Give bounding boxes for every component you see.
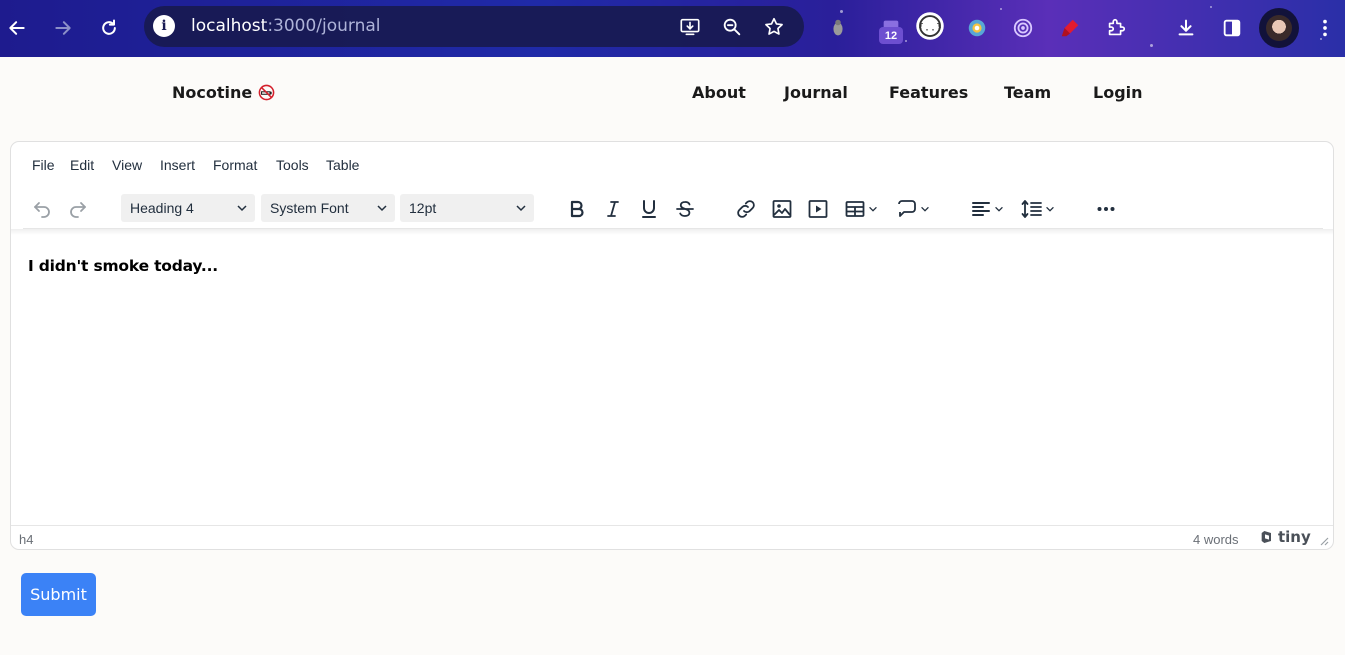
editor-toolbar: Heading 4 System Font 12pt [11,192,1333,228]
align-left-icon [972,202,990,216]
forward-button[interactable] [47,12,79,44]
zoom-icon[interactable] [720,15,744,39]
italic-button[interactable] [601,194,625,224]
nav-link-team[interactable]: Team [1004,83,1051,102]
chevron-down-icon [921,206,929,212]
rich-text-editor: File Edit View Insert Format Tools Table… [10,141,1334,550]
extension-highlighter-icon[interactable] [1055,13,1085,43]
more-horizontal-icon [1097,207,1115,211]
align-button[interactable] [967,194,1007,224]
toolbar-shadow [11,229,1333,235]
line-height-icon [1021,200,1042,218]
extensions-puzzle-icon[interactable] [1101,13,1131,43]
side-panel-icon[interactable] [1217,13,1247,43]
arrow-left-icon [9,21,25,35]
resize-handle-icon[interactable] [1319,536,1329,546]
font-family-select[interactable]: System Font [261,194,395,222]
tiny-brand-link[interactable]: tiny [1259,528,1311,546]
video-icon [808,200,828,218]
word-count[interactable]: 4 words [1193,532,1239,547]
tiny-brand-text: tiny [1278,528,1311,546]
underline-button[interactable] [637,194,661,224]
extension-target-icon[interactable] [1008,13,1038,43]
table-icon [845,201,865,217]
strikethrough-icon [676,201,694,217]
no-smoking-icon [258,84,275,101]
bold-icon [570,200,584,218]
more-button[interactable] [1093,194,1119,224]
kebab-menu-icon[interactable] [1310,13,1340,43]
bookmark-star-icon[interactable] [762,15,786,39]
menu-file[interactable]: File [32,157,55,173]
menu-table[interactable]: Table [326,157,359,173]
image-button[interactable] [769,194,795,224]
brand-name: Nocotine [172,83,253,102]
redo-icon [70,202,86,218]
extension-color-picker-icon[interactable] [962,13,992,43]
extension-code-icon[interactable]: {..} [915,11,945,41]
comment-icon [898,200,916,217]
browser-toolbar: i localhost:3000/journal 12 {..} [0,0,1345,57]
underline-icon [642,200,656,218]
editor-statusbar: h4 4 words tiny [11,525,1333,549]
image-icon [772,200,792,218]
chevron-down-icon [516,205,526,212]
install-app-icon[interactable] [678,15,702,39]
link-icon [737,200,755,218]
table-button[interactable] [841,194,881,224]
menu-view[interactable]: View [112,157,142,173]
chevron-down-icon [995,206,1003,212]
back-button[interactable] [1,12,33,44]
extension-badge: 12 [879,27,903,44]
arrow-right-icon [55,21,71,35]
undo-icon [34,202,50,218]
editor-content[interactable]: I didn't smoke today... [28,257,218,275]
redo-button[interactable] [65,194,91,224]
block-format-value: Heading 4 [130,200,194,216]
address-bar[interactable]: i localhost:3000/journal [144,6,804,47]
strikethrough-button[interactable] [673,194,697,224]
link-button[interactable] [733,194,759,224]
site-brand[interactable]: Nocotine [172,83,275,102]
media-button[interactable] [805,194,831,224]
comment-button[interactable] [891,194,935,224]
downloads-icon[interactable] [1171,13,1201,43]
element-path[interactable]: h4 [19,532,33,547]
block-format-select[interactable]: Heading 4 [121,194,255,222]
menu-insert[interactable]: Insert [160,157,195,173]
italic-icon [607,201,619,217]
extension-bug-icon[interactable] [823,13,853,43]
menu-tools[interactable]: Tools [276,157,309,173]
nav-link-features[interactable]: Features [889,83,968,102]
menu-edit[interactable]: Edit [70,157,94,173]
url-text[interactable]: localhost:3000/journal [191,16,381,36]
reload-button[interactable] [93,12,125,44]
profile-avatar[interactable] [1259,8,1299,48]
chevron-down-icon [377,205,387,212]
tiny-logo-icon [1261,531,1271,543]
font-size-select[interactable]: 12pt [400,194,534,222]
reload-icon [102,19,116,35]
chevron-down-icon [237,205,247,212]
menu-format[interactable]: Format [213,157,257,173]
nav-link-login[interactable]: Login [1093,83,1143,102]
nav-link-journal[interactable]: Journal [784,83,848,102]
undo-button[interactable] [29,194,55,224]
svg-text:{..}: {..} [918,22,942,33]
chevron-down-icon [1046,206,1054,212]
submit-button[interactable]: Submit [21,573,96,616]
font-family-value: System Font [270,200,349,216]
font-size-value: 12pt [409,200,437,216]
chevron-down-icon [869,206,877,212]
site-info-icon[interactable]: i [153,15,175,37]
bold-button[interactable] [565,194,589,224]
line-height-button[interactable] [1017,194,1059,224]
nav-link-about[interactable]: About [692,83,746,102]
